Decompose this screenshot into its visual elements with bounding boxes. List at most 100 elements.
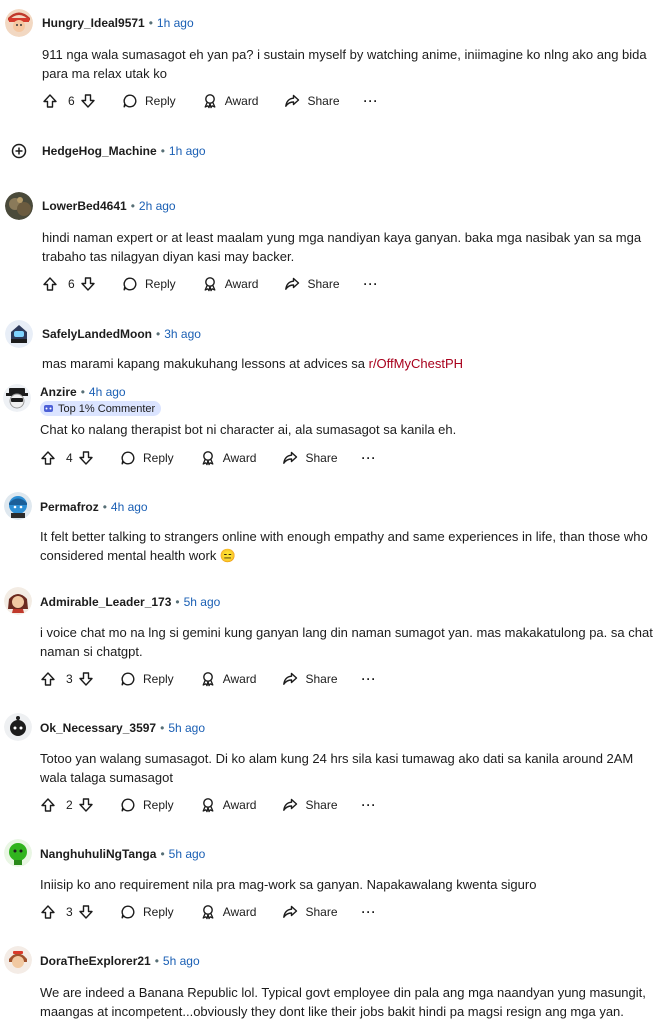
reply-icon: [121, 672, 135, 686]
downvote-button[interactable]: [78, 797, 94, 813]
comment-line: wala talaga sumasagot: [40, 770, 173, 785]
reply-label: Reply: [145, 94, 176, 108]
downvote-button[interactable]: [78, 671, 94, 687]
downvote-icon: [81, 277, 95, 291]
avatar[interactable]: [4, 946, 32, 974]
top-commenter-badge: Top 1% Commenter: [40, 401, 162, 416]
comment-line: maangas at incompetent...obviously they …: [40, 1004, 624, 1019]
username[interactable]: HedgeHog_Machine: [42, 144, 157, 158]
comment-line: It felt better talking to strangers onli…: [40, 529, 648, 544]
subreddit-link[interactable]: r/OffMyChestPH: [369, 356, 463, 371]
username[interactable]: Hungry_Ideal9571: [42, 16, 145, 30]
timestamp[interactable]: 3h ago: [164, 327, 201, 341]
timestamp[interactable]: 2h ago: [139, 199, 176, 213]
more-options-button[interactable]: ···: [362, 905, 377, 919]
reply-icon: [121, 798, 135, 812]
award-button[interactable]: Award: [200, 904, 256, 920]
award-button[interactable]: Award: [202, 93, 259, 109]
reply-button[interactable]: Reply: [120, 671, 174, 687]
username[interactable]: NanghuhuliNgTanga: [40, 847, 156, 861]
timestamp[interactable]: 4h ago: [111, 500, 148, 514]
avatar[interactable]: [4, 713, 32, 741]
username[interactable]: SafelyLandedMoon: [42, 327, 152, 341]
comment-body: Totoo yan walang sumasagot. Di ko alam k…: [40, 749, 633, 787]
timestamp[interactable]: 1h ago: [169, 144, 206, 158]
expand-icon[interactable]: [11, 143, 27, 159]
reply-button[interactable]: Reply: [120, 450, 174, 466]
upvote-button[interactable]: [42, 276, 58, 292]
reply-label: Reply: [143, 798, 174, 812]
vote-count: 4: [66, 451, 73, 465]
upvote-button[interactable]: [42, 93, 58, 109]
reply-button[interactable]: Reply: [120, 797, 174, 813]
reply-button[interactable]: Reply: [122, 276, 176, 292]
share-icon: [283, 905, 298, 918]
reply-icon: [123, 277, 137, 291]
reply-button[interactable]: Reply: [122, 93, 176, 109]
upvote-button[interactable]: [40, 450, 56, 466]
award-label: Award: [224, 94, 259, 108]
avatar[interactable]: [5, 9, 33, 37]
avatar[interactable]: [4, 492, 32, 520]
upvote-button[interactable]: [40, 904, 56, 920]
reply-button[interactable]: Reply: [120, 904, 174, 920]
avatar[interactable]: [4, 839, 32, 867]
share-label: Share: [305, 672, 338, 686]
upvote-button[interactable]: [40, 797, 56, 813]
share-button[interactable]: Share: [282, 450, 338, 466]
separator-dot: •: [148, 16, 153, 30]
award-button[interactable]: Award: [202, 276, 258, 292]
downvote-button[interactable]: [80, 276, 96, 292]
username[interactable]: Anzire: [40, 385, 77, 399]
comment-actions: 2 Reply Award Share ···: [40, 794, 377, 816]
timestamp[interactable]: 5h ago: [163, 954, 200, 968]
reply-label: Reply: [143, 905, 174, 919]
avatar[interactable]: [5, 192, 33, 220]
reply-label: Reply: [143, 451, 174, 465]
downvote-button[interactable]: [80, 93, 96, 109]
more-options-button[interactable]: ···: [362, 798, 377, 812]
username[interactable]: LowerBed4641: [42, 199, 127, 213]
timestamp[interactable]: 1h ago: [157, 16, 194, 30]
more-options-button[interactable]: ···: [364, 277, 379, 291]
username[interactable]: DoraTheExplorer21: [40, 954, 151, 968]
comment-actions: 3 Reply Award Share ···: [40, 901, 377, 923]
timestamp[interactable]: 5h ago: [184, 595, 221, 609]
more-options-button[interactable]: ···: [364, 94, 379, 108]
award-button[interactable]: Award: [200, 797, 256, 813]
reply-icon: [121, 905, 135, 919]
comment-line: considered mental health work 😑: [40, 548, 237, 563]
avatar[interactable]: [5, 320, 33, 348]
upvote-icon: [41, 672, 55, 686]
timestamp[interactable]: 5h ago: [168, 721, 205, 735]
share-button[interactable]: Share: [282, 671, 338, 687]
vote-count: 2: [66, 798, 73, 812]
more-options-button[interactable]: ···: [362, 672, 377, 686]
vote-count: 3: [66, 905, 73, 919]
downvote-button[interactable]: [78, 904, 94, 920]
award-button[interactable]: Award: [200, 450, 256, 466]
share-button[interactable]: Share: [284, 276, 340, 292]
timestamp[interactable]: 4h ago: [89, 385, 126, 399]
downvote-button[interactable]: [78, 450, 94, 466]
avatar[interactable]: [3, 384, 31, 412]
timestamp[interactable]: 5h ago: [169, 847, 206, 861]
share-icon: [283, 798, 298, 811]
comment-line: trabaho tas nilagyan diyan kasi may back…: [42, 249, 295, 264]
username[interactable]: Admirable_Leader_173: [40, 595, 171, 609]
reply-label: Reply: [145, 277, 176, 291]
share-button[interactable]: Share: [282, 904, 338, 920]
share-label: Share: [305, 451, 338, 465]
upvote-button[interactable]: [40, 671, 56, 687]
share-button[interactable]: Share: [282, 797, 338, 813]
more-options-button[interactable]: ···: [362, 451, 377, 465]
award-button[interactable]: Award: [200, 671, 256, 687]
username[interactable]: Permafroz: [40, 500, 99, 514]
username[interactable]: Ok_Necessary_3597: [40, 721, 156, 735]
award-icon: [202, 905, 214, 920]
avatar[interactable]: [4, 587, 32, 615]
share-button[interactable]: Share: [284, 93, 340, 109]
comment-line: hindi naman expert or at least maalam yu…: [42, 230, 642, 245]
share-label: Share: [305, 798, 338, 812]
award-icon: [204, 94, 216, 109]
